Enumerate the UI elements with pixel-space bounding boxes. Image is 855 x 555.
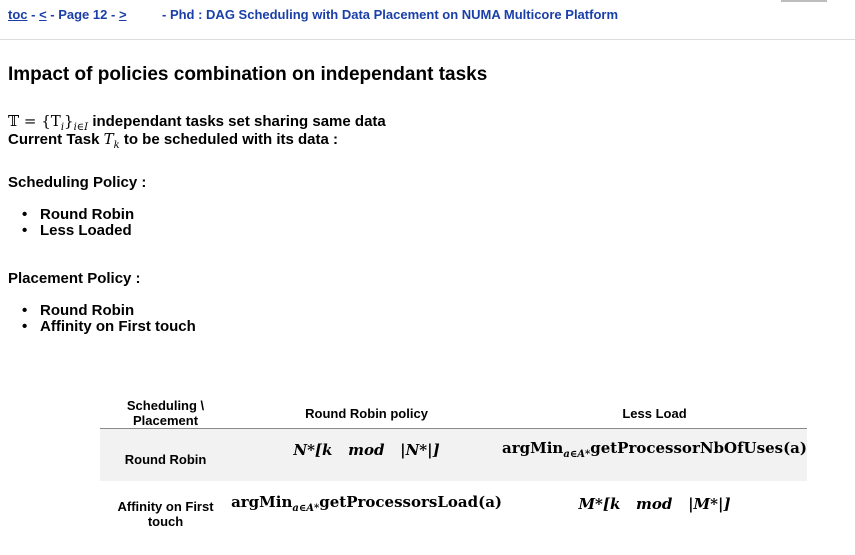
task-set-formula: 𝕋 = {Ti}i∈I bbox=[8, 112, 89, 133]
list-item: Less Loaded bbox=[22, 223, 134, 240]
page-title: Impact of policies combination on indepe… bbox=[8, 64, 488, 85]
table-cell: argMina∈A*getProcessorNbOfUses(a) bbox=[502, 428, 807, 481]
current-task-line: Current Task Tk to be scheduled with its… bbox=[8, 130, 338, 151]
policy-combination-table: Scheduling \ Placement Round Robin polic… bbox=[100, 398, 807, 537]
column-header: Less Load bbox=[502, 398, 807, 429]
column-header: Scheduling \ Placement bbox=[100, 398, 232, 429]
window-edge-decoration bbox=[781, 0, 827, 2]
list-item: Round Robin bbox=[22, 207, 134, 224]
task-set-description: independant tasks set sharing same data bbox=[92, 113, 386, 130]
scheduling-policy-list: Round Robin Less Loaded bbox=[22, 207, 134, 240]
placement-policy-list: Round Robin Affinity on First touch bbox=[22, 303, 196, 336]
page-number: 12 bbox=[92, 7, 108, 22]
nav-separator: - bbox=[107, 7, 119, 22]
next-page-link[interactable]: > bbox=[119, 7, 127, 22]
table-header-row: Scheduling \ Placement Round Robin polic… bbox=[100, 398, 807, 429]
current-task-formula: Tk bbox=[103, 130, 120, 151]
row-header: Affinity on First touch bbox=[117, 498, 214, 529]
page-label: - Page bbox=[46, 7, 93, 22]
scheduling-policy-title: Scheduling Policy : bbox=[8, 174, 147, 191]
list-item: Affinity on First touch bbox=[22, 319, 196, 336]
pager: toc - < - Page 12 - > bbox=[8, 7, 127, 22]
table-cell: M*[k mod |M*|] bbox=[578, 494, 731, 513]
table-row: Round Robin N*[k mod |N*|] argMina∈A*get… bbox=[100, 428, 807, 481]
toc-link[interactable]: toc bbox=[8, 7, 28, 22]
nav-separator: - bbox=[27, 7, 40, 22]
column-header: Round Robin policy bbox=[231, 398, 503, 429]
table-cell: argMina∈A*getProcessorsLoad(a) bbox=[231, 493, 503, 514]
table-cell: N*[k mod |N*|] bbox=[231, 428, 503, 481]
previous-page-link[interactable]: < bbox=[39, 7, 47, 22]
navigation-bar: toc - < - Page 12 - > - Phd : DAG Schedu… bbox=[0, 0, 855, 40]
list-item: Round Robin bbox=[22, 303, 196, 320]
current-task-label: Current Task bbox=[8, 131, 104, 148]
current-task-suffix: to be scheduled with its data : bbox=[119, 131, 339, 148]
table-row: Affinity on First touch argMina∈A*getPro… bbox=[100, 481, 807, 537]
row-header: Round Robin bbox=[100, 428, 232, 481]
document-title: - Phd : DAG Scheduling with Data Placeme… bbox=[162, 7, 618, 22]
placement-policy-title: Placement Policy : bbox=[8, 270, 141, 287]
